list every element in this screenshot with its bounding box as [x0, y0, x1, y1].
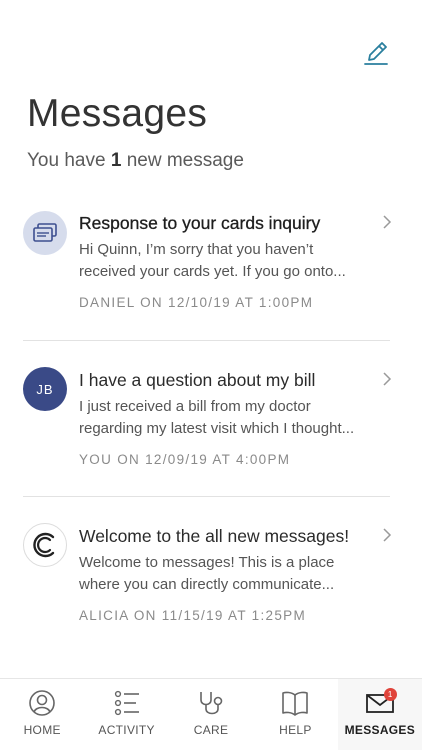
stethoscope-icon	[200, 692, 223, 715]
message-title: I have a question about my bill	[79, 370, 316, 390]
tab-label: CARE	[193, 723, 229, 737]
chevron-right-icon	[383, 528, 392, 542]
preview-line: Welcome to messages! This is a place	[79, 554, 335, 571]
new-message-count: 1	[110, 150, 122, 171]
preview-line: I just received a bill from my doctor	[79, 398, 311, 415]
tab-label: ACTIVITY	[98, 723, 155, 737]
avatar-initials: JB	[36, 381, 54, 397]
chevron-right-icon	[383, 372, 392, 386]
message-item[interactable]: Response to your cards inquiry Hi Quinn,…	[0, 200, 422, 340]
new-message-summary: You have 1 new message	[27, 150, 244, 172]
message-preview: Hi Quinn, I’m sorry that you haven’t rec…	[79, 239, 369, 283]
tab-home[interactable]: HOME	[0, 679, 84, 750]
user-circle-icon	[29, 690, 56, 716]
avatar: JB	[23, 367, 67, 411]
book-icon	[282, 691, 309, 716]
summary-prefix: You have	[27, 150, 106, 171]
preview-line: regarding my latest visit which I though…	[79, 420, 355, 437]
tab-care[interactable]: CARE	[169, 679, 253, 750]
message-meta: YOU ON 12/09/19 AT 4:00PM	[79, 452, 291, 467]
tab-help[interactable]: HELP	[253, 679, 337, 750]
preview-line: received your cards yet. If you go onto.…	[79, 263, 346, 280]
bottom-tab-bar: HOME ACTIVITY CARE HELP 1 MESSAGES	[0, 678, 422, 750]
summary-suffix: new message	[126, 150, 244, 171]
message-item[interactable]: Welcome to the all new messages! Welcome…	[0, 513, 422, 653]
messages-screen: Messages You have 1 new message Response…	[0, 0, 422, 750]
message-title: Welcome to the all new messages!	[79, 526, 350, 546]
message-meta: ALICIA ON 11/15/19 AT 1:25PM	[79, 608, 307, 623]
compose-button[interactable]	[360, 38, 392, 68]
list-icon	[114, 690, 139, 716]
tab-activity[interactable]: ACTIVITY	[84, 679, 168, 750]
divider	[23, 496, 390, 497]
cards-icon	[33, 223, 57, 242]
tab-label: HOME	[23, 723, 61, 737]
tab-messages[interactable]: 1 MESSAGES	[337, 679, 422, 750]
message-title: Response to your cards inquiry	[79, 213, 321, 233]
brand-logo-icon	[33, 532, 55, 558]
message-preview: Welcome to messages! This is a place whe…	[79, 552, 369, 596]
message-preview: I just received a bill from my doctor re…	[79, 396, 369, 440]
message-meta: DANIEL ON 12/10/19 AT 1:00PM	[79, 295, 314, 310]
pencil-icon	[364, 42, 388, 65]
avatar	[23, 211, 67, 255]
preview-line: Hi Quinn, I’m sorry that you haven’t	[79, 241, 314, 258]
tab-label: MESSAGES	[344, 723, 416, 737]
divider	[23, 340, 390, 341]
chevron-right-icon	[383, 215, 392, 229]
message-item[interactable]: JB I have a question about my bill I jus…	[0, 357, 422, 497]
page-title: Messages	[27, 92, 208, 135]
preview-line: where you can directly communicate...	[79, 576, 335, 593]
tab-label: HELP	[279, 723, 312, 737]
avatar	[23, 523, 67, 567]
unread-badge: 1	[383, 688, 397, 701]
